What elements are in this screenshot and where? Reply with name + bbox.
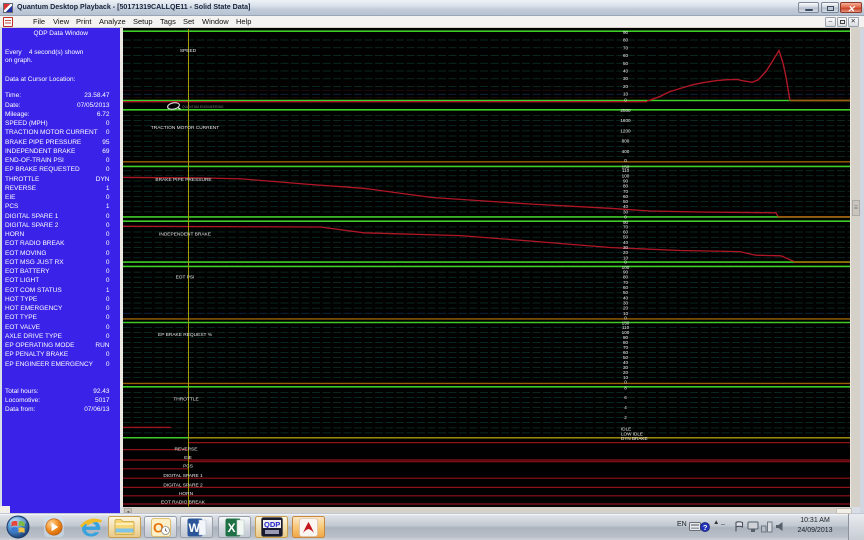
- svg-text:50: 50: [623, 61, 629, 66]
- svg-text:0: 0: [624, 158, 627, 163]
- svg-text:2: 2: [624, 415, 627, 420]
- svg-text:EIE: EIE: [184, 455, 192, 461]
- svg-text:0: 0: [624, 98, 627, 103]
- svg-text:10: 10: [623, 92, 629, 97]
- svg-text:BRAKE PIPE PRESSURE: BRAKE PIPE PRESSURE: [155, 177, 211, 183]
- svg-text:60: 60: [623, 53, 629, 58]
- svg-text:0: 0: [624, 214, 627, 219]
- svg-text:PCS: PCS: [183, 463, 193, 469]
- svg-text:THROTTLE: THROTTLE: [173, 397, 198, 403]
- svg-text:80: 80: [623, 38, 629, 43]
- svg-text:W: W: [189, 521, 201, 535]
- svg-text:90: 90: [623, 30, 629, 35]
- svg-text:REVERSE: REVERSE: [175, 446, 198, 452]
- svg-text:SPEED: SPEED: [180, 48, 197, 54]
- svg-text:40: 40: [623, 69, 629, 74]
- svg-text:0: 0: [624, 380, 627, 385]
- svg-text:400: 400: [622, 149, 630, 154]
- svg-text:20: 20: [623, 84, 629, 89]
- svg-text:0: 0: [624, 260, 627, 265]
- svg-text:QUANTUM ENGINEERING: QUANTUM ENGINEERING: [182, 105, 224, 109]
- svg-text:X: X: [228, 521, 236, 535]
- svg-text:1600: 1600: [620, 118, 631, 123]
- svg-text:DIGITAL SPARE 2: DIGITAL SPARE 2: [163, 482, 203, 488]
- svg-text:6: 6: [624, 395, 627, 400]
- svg-text:EP BRAKE REQUEST %: EP BRAKE REQUEST %: [158, 332, 213, 338]
- svg-text:2000: 2000: [620, 108, 631, 113]
- svg-text:DIGITAL SPARE 1: DIGITAL SPARE 1: [163, 473, 203, 479]
- svg-text:HORN: HORN: [179, 491, 194, 497]
- svg-text:QDP: QDP: [264, 520, 280, 529]
- svg-text:1200: 1200: [620, 128, 631, 133]
- svg-text:70: 70: [623, 45, 629, 50]
- svg-text:INDEPENDENT BRAKE: INDEPENDENT BRAKE: [159, 232, 211, 238]
- svg-text:30: 30: [623, 76, 629, 81]
- svg-text:?: ?: [703, 522, 708, 531]
- svg-text:TRACTION MOTOR CURRENT: TRACTION MOTOR CURRENT: [151, 125, 219, 131]
- svg-text:EOT PSI: EOT PSI: [176, 275, 195, 281]
- svg-text:4: 4: [624, 405, 627, 410]
- svg-text:8: 8: [624, 385, 627, 390]
- svg-text:EOT RADIO BREAK: EOT RADIO BREAK: [161, 499, 206, 505]
- svg-text:800: 800: [622, 139, 630, 144]
- svg-text:DYN BRAKE: DYN BRAKE: [621, 436, 648, 441]
